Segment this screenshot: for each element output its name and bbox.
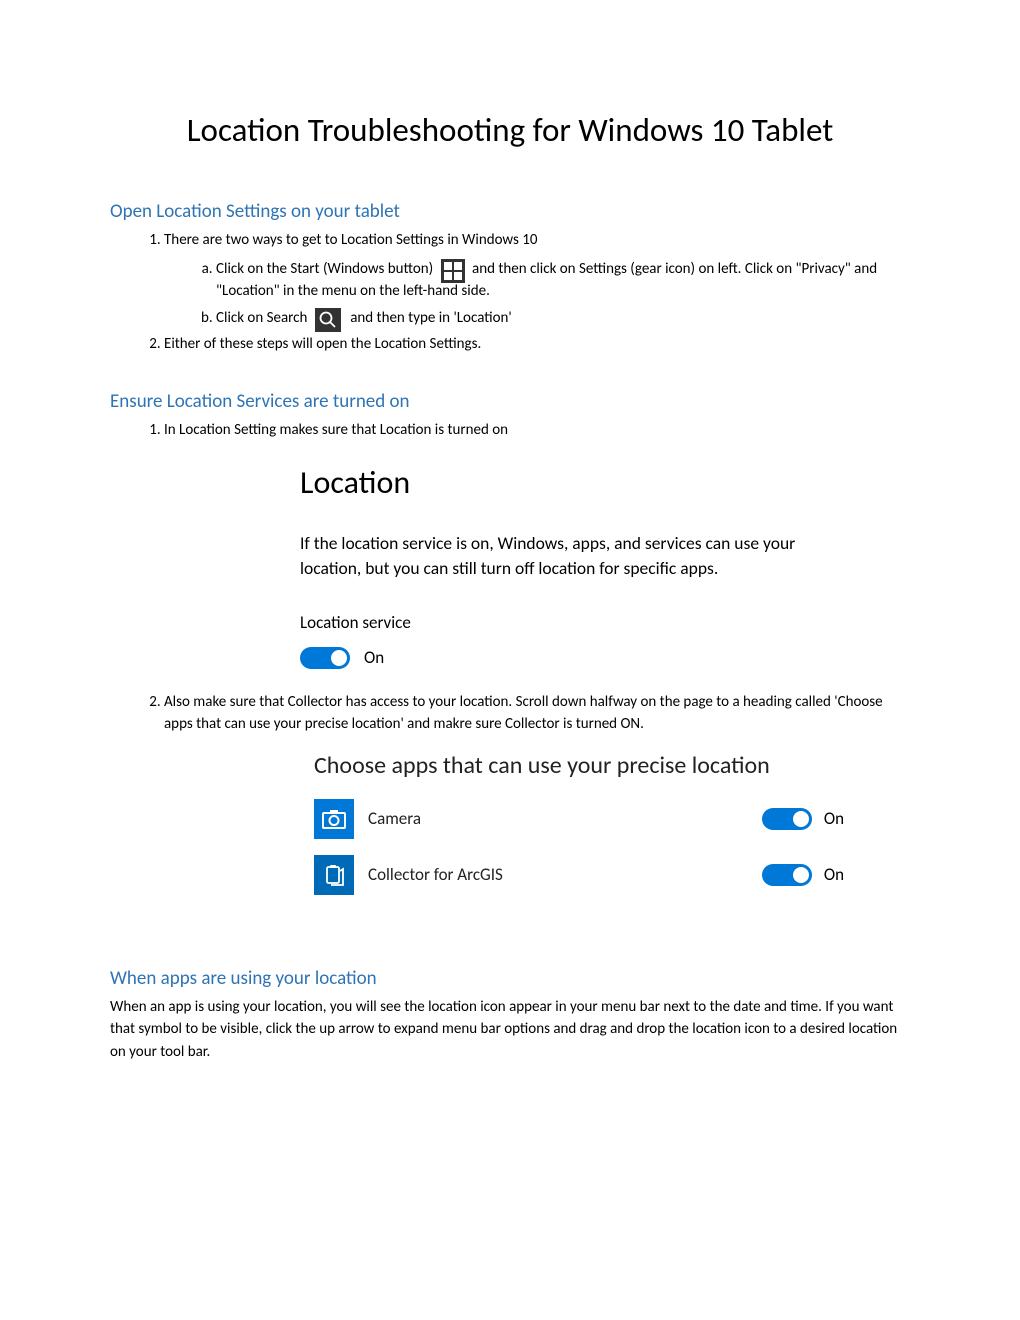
toggle-state-label: On xyxy=(824,806,844,832)
app-row-collector: Collector for ArcGIS On xyxy=(314,855,844,895)
steps-list-1: There are two ways to get to Location Se… xyxy=(110,229,910,356)
section-heading-ensure-on: Ensure Location Services are turned on xyxy=(110,390,910,413)
collector-app-icon xyxy=(314,855,354,895)
collector-location-toggle[interactable] xyxy=(762,864,812,886)
list-item: There are two ways to get to Location Se… xyxy=(164,229,910,329)
location-panel-description: If the location service is on, Windows, … xyxy=(300,531,820,582)
apps-panel-heading: Choose apps that can use your precise lo… xyxy=(314,750,844,781)
list-item: Either of these steps will open the Loca… xyxy=(164,333,910,356)
app-toggle-wrap: On xyxy=(762,806,844,832)
substeps-list: Click on the Start (Windows button) and … xyxy=(164,258,910,330)
apps-permission-panel: Choose apps that can use your precise lo… xyxy=(314,750,844,895)
step-text-pre: Click on the Start (Windows button) xyxy=(216,260,437,278)
step-text-post: and then type in 'Location' xyxy=(350,309,512,327)
location-service-toggle[interactable] xyxy=(300,647,350,669)
list-item: Also make sure that Collector has access… xyxy=(164,691,910,895)
list-item: Click on Search and then type in 'Locati… xyxy=(216,307,910,330)
camera-app-icon xyxy=(314,799,354,839)
app-name-label: Camera xyxy=(368,806,762,832)
toggle-state-label: On xyxy=(824,862,844,888)
location-panel-heading: Location xyxy=(300,459,910,507)
location-service-toggle-row: On xyxy=(300,645,910,671)
step-text: There are two ways to get to Location Se… xyxy=(164,231,537,249)
steps-list-2: In Location Setting makes sure that Loca… xyxy=(110,419,910,895)
page-title: Location Troubleshooting for Windows 10 … xyxy=(110,110,910,150)
step-text: In Location Setting makes sure that Loca… xyxy=(164,421,508,439)
location-settings-panel: Location If the location service is on, … xyxy=(300,459,910,671)
location-service-label: Location service xyxy=(300,610,910,636)
section-heading-when-using: When apps are using your location xyxy=(110,967,910,990)
search-icon xyxy=(315,308,341,332)
step-text: Also make sure that Collector has access… xyxy=(164,693,883,734)
step-text-pre: Click on Search xyxy=(216,309,311,327)
section-heading-open-settings: Open Location Settings on your tablet xyxy=(110,200,910,223)
list-item: Click on the Start (Windows button) and … xyxy=(216,258,910,303)
windows-start-icon xyxy=(441,259,465,283)
app-name-label: Collector for ArcGIS xyxy=(368,862,762,888)
camera-location-toggle[interactable] xyxy=(762,808,812,830)
toggle-state-label: On xyxy=(364,645,384,671)
app-row-camera: Camera On xyxy=(314,799,844,839)
app-toggle-wrap: On xyxy=(762,862,844,888)
section-body-text: When an app is using your location, you … xyxy=(110,996,910,1064)
list-item: In Location Setting makes sure that Loca… xyxy=(164,419,910,671)
